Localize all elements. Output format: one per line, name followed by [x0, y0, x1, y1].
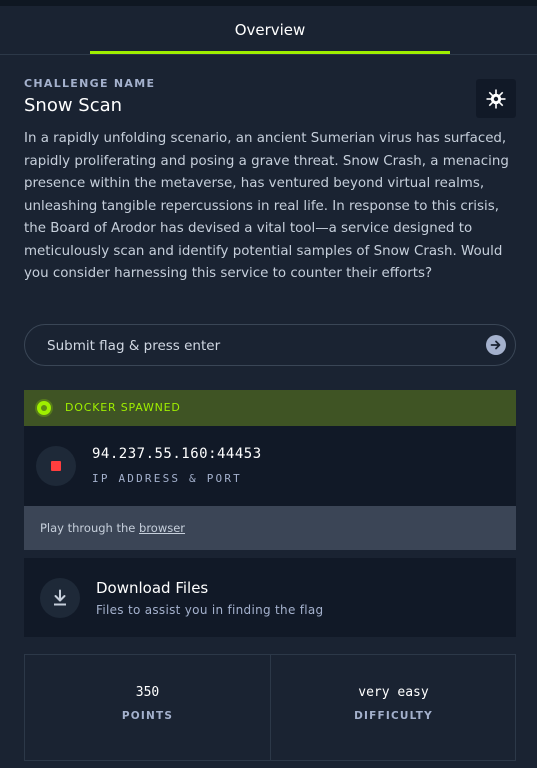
flag-input[interactable] [45, 325, 469, 367]
ip-address-label: IP ADDRESS & PORT [92, 472, 242, 485]
download-icon [54, 589, 66, 606]
points-label: POINTS [121, 710, 174, 722]
tab-overview[interactable]: Overview [90, 6, 450, 54]
tab-active-indicator [90, 51, 450, 54]
points-stat: 350 POINTS [25, 655, 270, 760]
download-subtitle: Files to assist you in finding the flag [96, 603, 324, 617]
download-title: Download Files [96, 579, 209, 597]
challenge-name-label: CHALLENGE NAME [24, 77, 156, 90]
challenge-title: Snow Scan [24, 95, 123, 116]
challenge-stats: 350 POINTS very easy DIFFICULTY [24, 654, 516, 761]
stop-instance-button[interactable] [36, 446, 76, 486]
category-badge [476, 79, 516, 118]
download-files-button[interactable]: Download Files Files to assist you in fi… [24, 558, 516, 637]
browser-play-text: Play through the browser [40, 506, 185, 550]
stop-icon [51, 461, 61, 471]
difficulty-value: very easy [358, 685, 429, 700]
snowflake-bug-icon [486, 89, 506, 108]
points-value: 350 [135, 685, 160, 700]
tab-bar: Overview [0, 6, 537, 55]
browser-prefix: Play through the [40, 521, 140, 535]
docker-status-text: DOCKER SPAWNED [65, 401, 181, 414]
docker-status-banner: DOCKER SPAWNED [24, 390, 516, 426]
arrow-right-circle-icon [490, 340, 501, 350]
submit-flag-button[interactable] [486, 335, 506, 355]
challenge-description: In a rapidly unfolding scenario, an anci… [24, 131, 509, 281]
difficulty-label: DIFFICULTY [354, 710, 433, 722]
difficulty-stat: very easy DIFFICULTY [271, 655, 516, 760]
docker-status-indicator [37, 401, 51, 415]
instance-panel: 94.237.55.160:44453 IP ADDRESS & PORT [24, 426, 516, 506]
browser-link[interactable]: browser [139, 521, 185, 535]
ip-address-value[interactable]: 94.237.55.160:44453 [92, 446, 262, 462]
download-icon-button[interactable] [40, 578, 80, 618]
flag-input-wrapper [24, 324, 516, 367]
browser-play-panel: Play through the browser [24, 506, 516, 550]
